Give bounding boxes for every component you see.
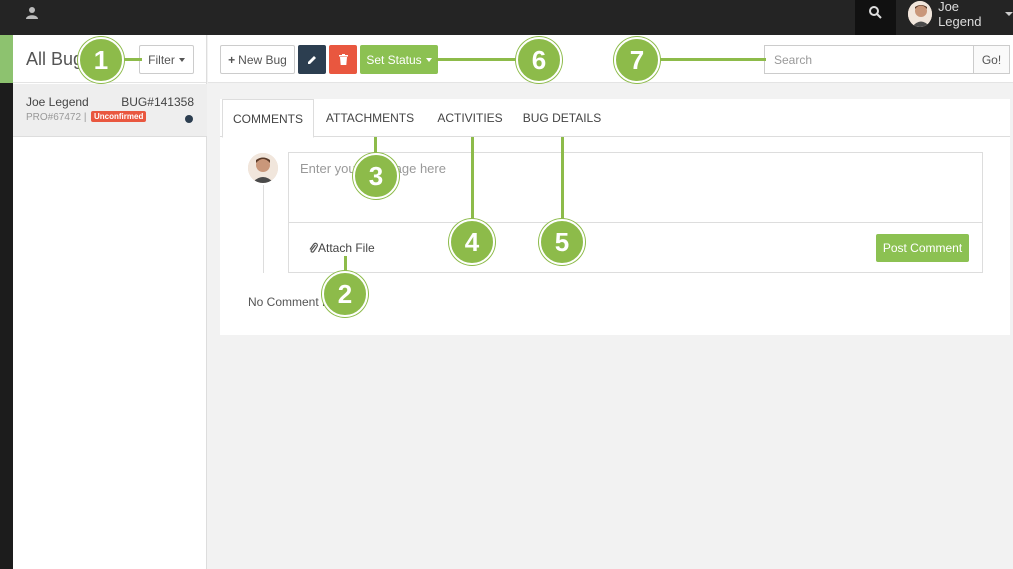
callout-connector (344, 256, 347, 272)
project-id: PRO#67472 | (26, 112, 87, 123)
set-status-button[interactable]: Set Status (360, 45, 438, 74)
filter-label: Filter (148, 52, 175, 67)
callout-connector (122, 58, 142, 61)
callout-connector (471, 137, 474, 221)
tab-activities[interactable]: ACTIVITIES (430, 99, 510, 137)
callout-badge: 1 (78, 37, 124, 83)
bug-list-panel: All Bugs Filter Joe Legend BUG#141358 PR… (13, 35, 207, 569)
chevron-down-icon (425, 57, 432, 62)
bug-reporter: Joe Legend (26, 95, 89, 109)
edit-button[interactable] (298, 45, 326, 74)
filter-button[interactable]: Filter (139, 45, 194, 74)
pencil-icon (308, 55, 316, 64)
bug-id: BUG#141358 (121, 95, 194, 109)
user-icon[interactable] (26, 6, 38, 20)
chevron-down-icon (1005, 12, 1013, 16)
search-toggle[interactable] (855, 0, 896, 35)
avatar (908, 1, 933, 27)
callout-badge: 6 (516, 37, 562, 83)
post-comment-button[interactable]: Post Comment (876, 234, 969, 262)
new-bug-label: New Bug (238, 52, 287, 67)
active-indicator (0, 35, 13, 83)
top-navbar: Joe Legend (0, 0, 1013, 35)
paperclip-icon (309, 242, 318, 253)
callout-badge: 4 (449, 219, 495, 265)
search-icon (869, 6, 882, 19)
callout-badge: 7 (614, 37, 660, 83)
unread-dot-icon (185, 115, 193, 123)
callout-connector (436, 58, 521, 61)
trash-icon (338, 54, 348, 65)
callout-connector (561, 137, 564, 221)
tab-comments[interactable]: COMMENTS (222, 99, 314, 138)
side-strip (0, 35, 13, 569)
callout-connector (658, 58, 766, 61)
user-name: Joe Legend (938, 0, 982, 29)
new-bug-button[interactable]: + New Bug (220, 45, 295, 74)
tab-bar: COMMENTS ATTACHMENTS ACTIVITIES BUG DETA… (220, 99, 1010, 138)
user-menu[interactable]: Joe Legend (908, 0, 1013, 29)
callout-badge: 3 (353, 153, 399, 199)
tab-attachments[interactable]: ATTACHMENTS (320, 99, 420, 137)
timeline-line (263, 185, 264, 273)
plus-icon: + (228, 52, 236, 67)
attach-file-link[interactable]: Attach File (309, 241, 375, 255)
delete-button[interactable] (329, 45, 357, 74)
go-button[interactable]: Go! (973, 45, 1010, 74)
set-status-label: Set Status (366, 52, 422, 67)
callout-badge: 5 (539, 219, 585, 265)
toolbar: + New Bug Set Status Go! (208, 35, 1013, 83)
chevron-down-icon (178, 57, 185, 62)
callout-badge: 2 (322, 271, 368, 317)
tab-bug-details[interactable]: BUG DETAILS (520, 99, 604, 137)
avatar (248, 153, 278, 183)
status-badge: Unconfirmed (91, 111, 147, 122)
search-input[interactable] (764, 45, 973, 74)
list-item[interactable]: Joe Legend BUG#141358 PRO#67472 | Unconf… (13, 84, 207, 137)
attach-file-label: Attach File (318, 241, 375, 255)
